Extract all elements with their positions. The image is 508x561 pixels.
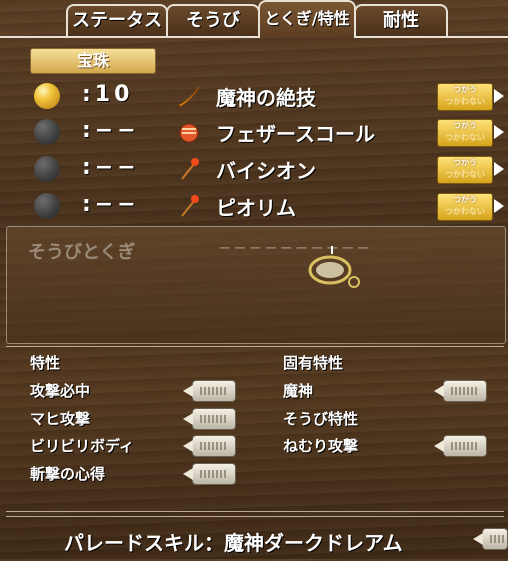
- equip-skill-title: そうびとくぎ: [28, 242, 136, 263]
- use-label: つかう: [453, 121, 477, 130]
- skill-name: ピオリム: [216, 196, 296, 220]
- trait-item: マヒ攻撃: [30, 410, 91, 428]
- tab-skills-traits[interactable]: とくぎ/特性: [258, 0, 356, 38]
- nouse-label: つかわない: [445, 133, 485, 142]
- unique-trait-item: 魔神: [283, 382, 314, 400]
- trait-info-button[interactable]: [434, 380, 487, 402]
- use-toggle-button[interactable]: つかう つかわない: [437, 119, 493, 147]
- gem-title: 宝珠: [30, 48, 156, 74]
- gem-orb-icon: [34, 193, 60, 219]
- gem-value: :−−: [82, 155, 140, 180]
- trait-info-button[interactable]: [183, 463, 236, 485]
- skill-name: フェザースコール: [216, 122, 375, 146]
- gem-row: :−− ピオリム つかう つかわない: [34, 190, 504, 221]
- trait-item: 斬撃の心得: [30, 465, 106, 483]
- tab-resistance[interactable]: 耐性: [354, 4, 448, 36]
- use-label: つかう: [453, 158, 477, 167]
- trait-info-button[interactable]: [183, 408, 236, 430]
- staff-icon: [181, 195, 199, 217]
- trait-item: ビリビリボディ: [30, 437, 134, 455]
- traits-panel: [6, 346, 504, 512]
- gem-value: :10: [82, 82, 134, 107]
- parade-info-button[interactable]: [473, 528, 508, 550]
- use-toggle-button[interactable]: つかう つかわない: [437, 156, 493, 184]
- gem-row: :−− フェザースコール つかう つかわない: [34, 116, 504, 147]
- tab-equipment[interactable]: そうび: [166, 4, 260, 36]
- nouse-label: つかわない: [445, 207, 485, 216]
- arrow-right-icon: [494, 199, 504, 213]
- tab-status[interactable]: ステータス: [66, 4, 168, 36]
- nouse-label: つかわない: [445, 170, 485, 179]
- unique-trait-item: ねむり攻撃: [283, 437, 359, 455]
- nouse-label: つかわない: [445, 97, 485, 106]
- staff-icon: [181, 158, 199, 180]
- gem-orb-icon: [34, 119, 60, 145]
- skill-name: 魔神の絶技: [216, 86, 316, 110]
- arrow-right-icon: [494, 162, 504, 176]
- use-toggle-button[interactable]: つかう つかわない: [437, 193, 493, 221]
- use-label: つかう: [453, 85, 477, 94]
- trait-info-button[interactable]: [183, 380, 236, 402]
- tab-bar: ステータス そうび とくぎ/特性 耐性: [60, 0, 450, 38]
- unique-traits-title: 固有特性: [283, 354, 344, 372]
- skill-name: バイシオン: [216, 159, 316, 183]
- unique-trait-item: そうび特性: [283, 410, 359, 428]
- gem-row: :10 魔神の絶技 つかう つかわない: [34, 80, 504, 111]
- use-toggle-button[interactable]: つかう つかわない: [437, 83, 493, 111]
- trait-item: 攻撃必中: [30, 382, 91, 400]
- hand-cursor-icon: [308, 246, 360, 288]
- gem-orb-icon: [34, 83, 60, 109]
- trait-info-button[interactable]: [183, 435, 236, 457]
- fist-icon: [179, 123, 199, 143]
- slash-icon: [177, 86, 200, 107]
- arrow-right-icon: [494, 89, 504, 103]
- traits-title: 特性: [30, 354, 61, 372]
- arrow-right-icon: [494, 125, 504, 139]
- trait-info-button[interactable]: [434, 435, 487, 457]
- gem-value: :−−: [82, 192, 140, 217]
- parade-skill-text: パレードスキル：魔神ダークドレアム: [64, 531, 403, 555]
- gem-value: :−−: [82, 118, 140, 143]
- use-label: つかう: [453, 195, 477, 204]
- gem-orb-icon: [34, 156, 60, 182]
- gem-row: :−− バイシオン つかう つかわない: [34, 153, 504, 184]
